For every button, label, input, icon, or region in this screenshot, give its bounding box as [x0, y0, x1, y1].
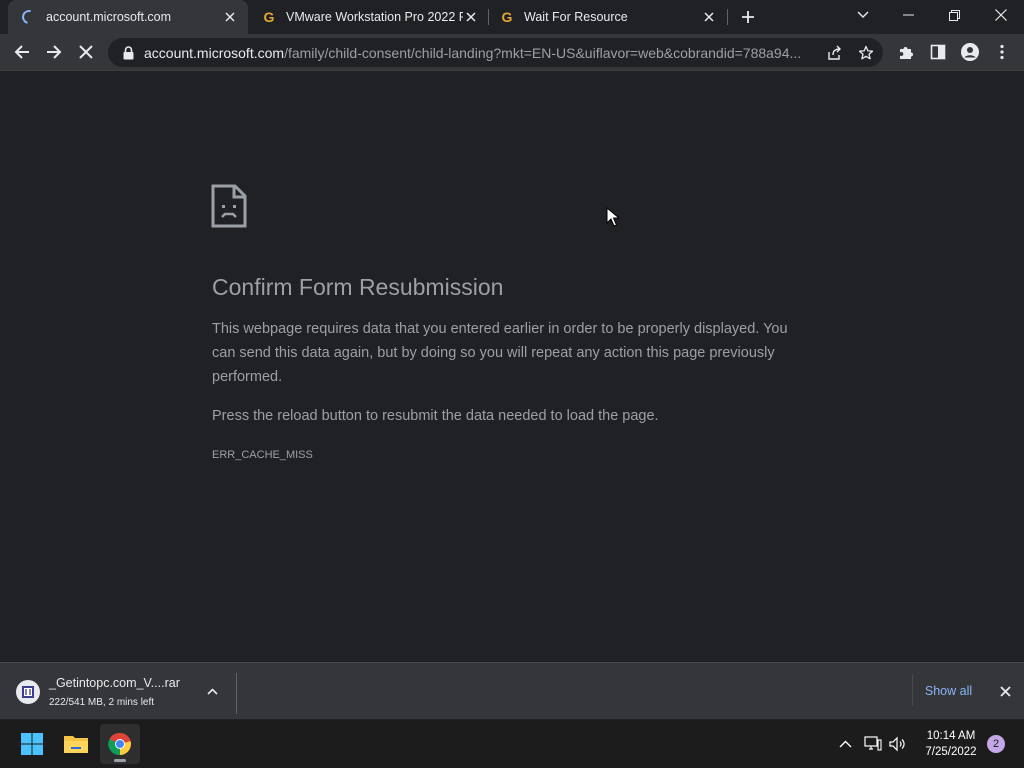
tab-vmware[interactable]: G VMware Workstation Pro 2022 Fr: [251, 0, 487, 34]
tab-close-icon[interactable]: [463, 9, 479, 25]
share-icon[interactable]: [825, 44, 843, 62]
extensions-puzzle-icon[interactable]: [890, 36, 922, 68]
download-separator: [236, 673, 237, 714]
rar-file-icon[interactable]: [16, 680, 40, 704]
address-bar[interactable]: account.microsoft.com/family/child-conse…: [108, 38, 883, 67]
chrome-taskbar-icon[interactable]: [100, 724, 140, 764]
active-indicator: [114, 759, 126, 762]
g-favicon-icon: G: [263, 9, 275, 25]
sad-page-icon: [211, 184, 247, 233]
system-clock[interactable]: 10:14 AM 7/25/2022: [916, 728, 986, 760]
mouse-cursor-icon: [606, 206, 621, 232]
bookmark-star-icon[interactable]: [857, 44, 875, 62]
stop-loading-button[interactable]: [70, 36, 102, 68]
new-tab-button[interactable]: [731, 2, 765, 32]
start-windows-icon[interactable]: [12, 724, 52, 764]
tab-close-icon[interactable]: [222, 9, 238, 25]
clock-time: 10:14 AM: [926, 730, 976, 742]
loading-spinner-icon: [19, 7, 39, 27]
close-window-button[interactable]: [978, 0, 1023, 30]
error-description: This webpage requires data that you ente…: [212, 321, 788, 385]
tab-strip: account.microsoft.com G VMware Workstati…: [0, 0, 1024, 34]
url-text: account.microsoft.com/family/child-conse…: [144, 45, 816, 61]
download-filename[interactable]: _Getintopc.com_V....rar: [49, 676, 180, 690]
reload-instruction: Press the reload button to resubmit the …: [212, 408, 659, 424]
restore-button[interactable]: [932, 0, 977, 30]
tab-wait-for-resource[interactable]: G Wait For Resource: [489, 0, 725, 34]
tab-close-icon[interactable]: [701, 9, 717, 25]
browser-toolbar: account.microsoft.com/family/child-conse…: [0, 34, 1024, 71]
notification-badge[interactable]: 2: [987, 735, 1005, 753]
volume-icon[interactable]: [888, 734, 908, 754]
side-panel-icon[interactable]: [922, 36, 954, 68]
profile-avatar-icon[interactable]: [954, 36, 986, 68]
error-code: ERR_CACHE_MISS: [212, 449, 313, 461]
forward-button[interactable]: [38, 36, 70, 68]
chevron-up-tray-icon[interactable]: [835, 734, 855, 754]
menu-kebab-icon[interactable]: [986, 36, 1018, 68]
tab-separator: [727, 9, 728, 25]
show-all-downloads-button[interactable]: Show all: [912, 675, 984, 706]
tab-search-button[interactable]: [840, 0, 885, 30]
lock-icon[interactable]: [120, 45, 136, 60]
file-explorer-icon[interactable]: [56, 724, 96, 764]
chevron-up-icon[interactable]: [203, 682, 221, 700]
back-button[interactable]: [6, 36, 38, 68]
download-bar: _Getintopc.com_V....rar 222/541 MB, 2 mi…: [0, 662, 1024, 719]
url-path: /family/child-consent/child-landing?mkt=…: [284, 44, 802, 61]
windows-taskbar: 10:14 AM 7/25/2022 2: [0, 720, 1024, 768]
tab-title: VMware Workstation Pro 2022 Fr: [286, 10, 463, 24]
clock-date: 7/25/2022: [925, 746, 977, 758]
tab-title: Wait For Resource: [524, 10, 628, 24]
tab-title: account.microsoft.com: [46, 10, 172, 24]
minimize-button[interactable]: [886, 0, 931, 30]
close-download-bar-icon[interactable]: [996, 682, 1014, 700]
page-content: Confirm Form Resubmission This webpage r…: [0, 72, 1024, 662]
download-status: 222/541 MB, 2 mins left: [49, 697, 155, 708]
g-favicon-icon: G: [501, 9, 513, 25]
network-icon[interactable]: [863, 734, 883, 754]
page-title: Confirm Form Resubmission: [212, 274, 504, 300]
tab-account-microsoft[interactable]: account.microsoft.com: [8, 0, 248, 34]
url-host: account.microsoft.com: [144, 44, 285, 61]
